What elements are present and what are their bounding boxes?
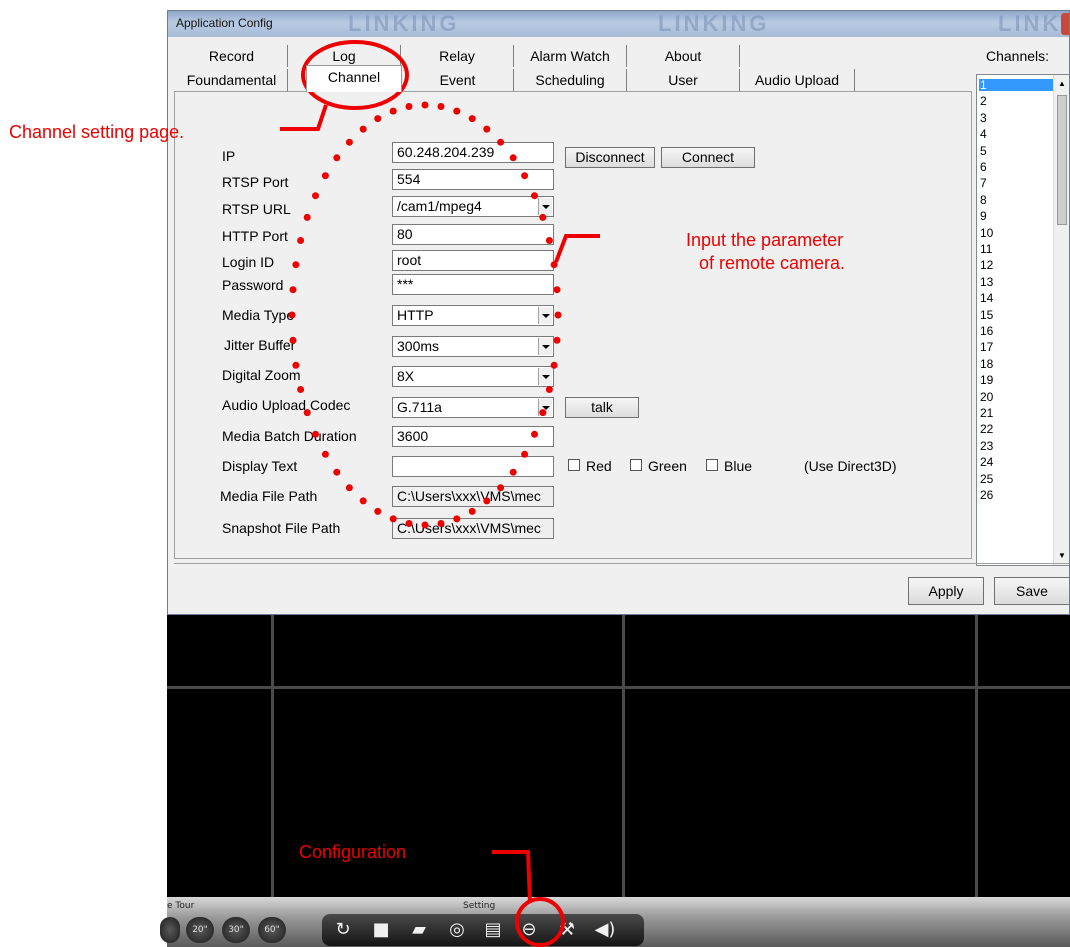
annotation-dot <box>359 125 367 133</box>
configuration-pointer-line <box>492 850 532 904</box>
annotation-dot <box>531 192 538 200</box>
annotation-dot <box>389 107 397 115</box>
config-icon-highlight-circle <box>515 897 565 947</box>
annotation-dot <box>437 520 445 527</box>
annotation-dot <box>421 521 429 529</box>
annotation-dot <box>405 103 413 110</box>
annotation-dot <box>292 261 300 269</box>
dotted-ellipse <box>288 101 562 529</box>
annotation-dot <box>539 213 547 221</box>
annotation-dot <box>321 172 329 180</box>
annotation-dot <box>405 520 413 527</box>
annotation-dot <box>421 101 429 109</box>
annotation-dot <box>297 237 305 244</box>
annotation-dot <box>497 138 505 146</box>
tab-channel[interactable]: Channel <box>306 65 402 92</box>
annotation-dot <box>437 103 445 110</box>
annotation-dot <box>550 361 558 369</box>
input-param-pointer-line <box>554 234 600 263</box>
annotation-dot <box>292 361 300 369</box>
annotation-dot <box>554 311 562 319</box>
annotation-dot <box>333 468 341 476</box>
annotation-dot <box>468 115 476 123</box>
annotation-dot <box>521 450 529 458</box>
annotation-dot <box>553 336 561 344</box>
annotation-dot <box>497 484 505 492</box>
annotation-dot <box>345 138 353 146</box>
annotation-dot <box>359 497 367 505</box>
annotation-dot <box>468 507 476 515</box>
annotation-dot <box>483 125 491 133</box>
annotation-dot <box>453 515 461 523</box>
annotation-dot <box>389 515 397 523</box>
annotation-dot <box>550 261 558 269</box>
annotation-dot <box>545 237 553 244</box>
annotation-dot <box>374 507 382 515</box>
annotation-dot <box>553 286 561 294</box>
annotation-dot <box>312 430 319 438</box>
annotation-overlay <box>280 40 600 947</box>
annotation-dot <box>345 484 353 492</box>
annotation-dot <box>531 430 538 438</box>
annotation-dot <box>303 409 311 417</box>
channel-page-pointer-line <box>280 104 328 131</box>
annotation-dot <box>483 497 491 505</box>
annotation-dot <box>289 336 297 344</box>
annotation-dot <box>521 172 529 180</box>
annotation-dot <box>321 450 329 458</box>
annotation-dot <box>312 192 319 200</box>
annotation-dot <box>303 213 311 221</box>
annotation-dot <box>374 115 382 123</box>
annotation-dot <box>288 311 296 319</box>
annotation-dot <box>297 386 305 393</box>
annotation-dot <box>545 386 553 393</box>
annotation-dot <box>509 468 517 476</box>
annotation-dot <box>289 286 297 294</box>
annotation-dot <box>453 107 461 115</box>
annotation-dot <box>333 154 341 162</box>
annotation-dot <box>509 154 517 162</box>
annotation-dot <box>539 409 547 417</box>
